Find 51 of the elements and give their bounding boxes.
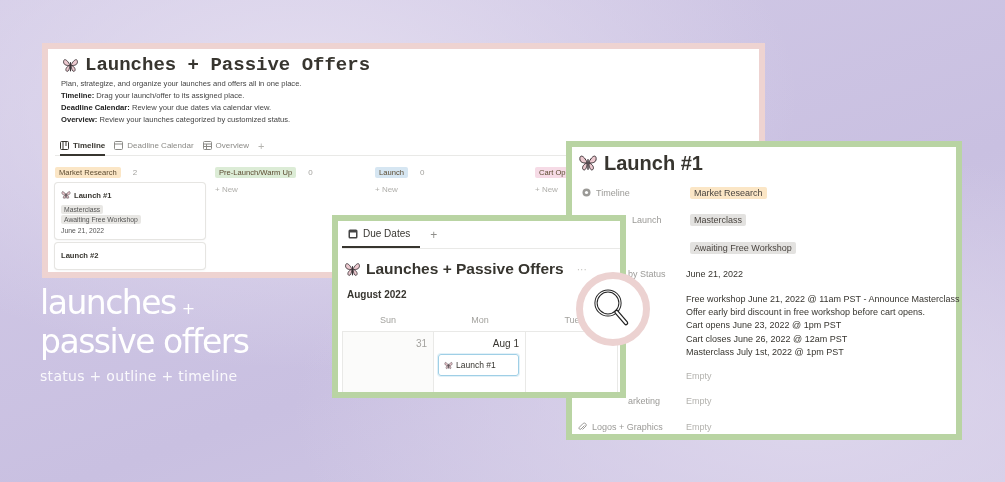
month-label: August 2022	[346, 288, 408, 302]
view-tab[interactable]: Deadline Calendar	[114, 136, 194, 156]
table-icon	[202, 140, 212, 150]
property-tag: Market Research	[690, 186, 767, 199]
calendar-icon	[348, 228, 358, 239]
day-number: Aug 1	[492, 338, 519, 349]
add-view-button[interactable]: +	[257, 140, 265, 152]
weekday-label: Sun	[379, 315, 397, 325]
butterfly-icon	[444, 360, 453, 370]
weekday-label: Mon	[470, 315, 490, 325]
new-item-link[interactable]: + New	[215, 185, 238, 194]
view-tab[interactable]: Due Dates	[342, 221, 421, 248]
calendar-icon	[114, 140, 124, 150]
note-line: Cart opens June 23, 2022 @ 1pm PST	[686, 319, 843, 333]
day-number: 31	[415, 338, 427, 349]
property-label: Timeline	[596, 187, 630, 198]
promo-title: passive offers	[40, 325, 249, 358]
item-count: 2	[132, 167, 138, 177]
butterfly-icon	[344, 260, 361, 278]
add-view-button[interactable]: +	[430, 227, 438, 242]
promo-title: launches	[40, 286, 176, 319]
item-count: 0	[308, 167, 313, 177]
empty-value: Empty	[686, 421, 712, 432]
property-value: June 21, 2022	[686, 269, 744, 280]
calendar-event[interactable]: Launch #1	[438, 354, 519, 376]
view-tab[interactable]: Overview	[202, 136, 249, 156]
empty-value: Empty	[686, 396, 712, 407]
butterfly-icon	[61, 190, 71, 200]
empty-value: Empty	[686, 370, 712, 381]
property-label: Logos + Graphics	[592, 421, 663, 432]
property-label: arketing	[628, 396, 661, 407]
property-tag: Masterclass	[690, 214, 746, 227]
property-label: Launch	[632, 215, 662, 226]
new-item-link[interactable]: + New	[535, 185, 558, 194]
butterfly-icon	[578, 153, 598, 173]
paperclip-icon	[578, 421, 587, 432]
new-item-link[interactable]: + New	[375, 185, 398, 194]
note-line: Free workshop June 21, 2022 @ 11am PST - Announce Masterclass	[686, 293, 960, 306]
note-line: Masterclass July 1st, 2022 @ 1pm PST	[686, 345, 845, 359]
butterfly-icon	[62, 56, 79, 74]
note-line: Offer early bird discount in free workshop before cart opens.	[686, 306, 926, 320]
page-title: Launch #1	[604, 151, 703, 175]
board-view-icon	[60, 140, 69, 150]
item-count: 0	[419, 167, 425, 177]
calendar-title: Launches + Passive Offers	[366, 260, 564, 278]
property-tag: Awaiting Free Workshop	[690, 241, 796, 254]
view-tab[interactable]: Timeline	[60, 136, 106, 156]
page-title: Launches + Passive Offers	[85, 54, 371, 76]
status-icon	[582, 188, 591, 198]
note-line: Cart closes June 26, 2022 @ 12am PST	[686, 332, 849, 346]
plus-sign: +	[181, 298, 194, 320]
